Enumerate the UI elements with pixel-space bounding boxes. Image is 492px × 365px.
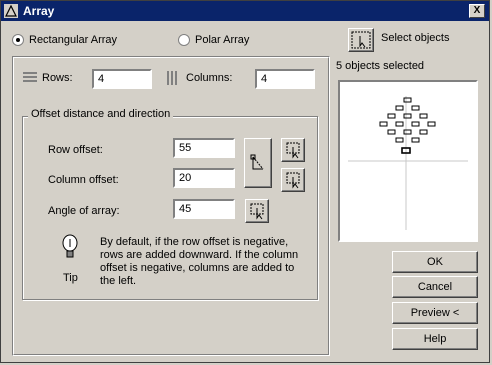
title-bar[interactable]: Array X bbox=[1, 1, 489, 21]
angle-field[interactable]: 45 bbox=[173, 199, 235, 219]
pick-offsets-icon bbox=[250, 154, 264, 170]
array-preview bbox=[338, 80, 478, 242]
column-offset-field[interactable]: 20 bbox=[173, 168, 235, 188]
columns-label: Columns: bbox=[186, 72, 233, 84]
columns-icon bbox=[167, 71, 177, 85]
select-objects-label: Select objects bbox=[381, 32, 450, 44]
pick-row-offset-button[interactable] bbox=[281, 138, 305, 162]
selection-status: 5 objects selected bbox=[336, 60, 425, 72]
rectangular-array-radio[interactable] bbox=[12, 34, 24, 46]
rectangular-array-label[interactable]: Rectangular Array bbox=[29, 34, 117, 46]
app-icon bbox=[4, 4, 18, 18]
pick-column-offset-button[interactable] bbox=[281, 168, 305, 192]
offset-group-title: Offset distance and direction bbox=[28, 108, 174, 120]
polar-array-radio[interactable] bbox=[178, 34, 190, 46]
ok-button[interactable]: OK bbox=[392, 251, 478, 273]
row-offset-label: Row offset: bbox=[48, 144, 103, 156]
rows-field[interactable]: 4 bbox=[92, 69, 152, 89]
polar-array-label[interactable]: Polar Array bbox=[195, 34, 249, 46]
angle-label: Angle of array: bbox=[48, 205, 120, 217]
cursor-pick-icon bbox=[286, 172, 300, 189]
rows-label: Rows: bbox=[42, 72, 73, 84]
window-title: Array bbox=[23, 4, 55, 18]
tip-label: Tip bbox=[63, 272, 78, 284]
select-objects-button[interactable] bbox=[348, 28, 374, 52]
help-button[interactable]: Help bbox=[392, 328, 478, 350]
array-preview-graphic bbox=[348, 96, 468, 230]
pick-angle-button[interactable] bbox=[245, 199, 269, 223]
tip-text: By default, if the row offset is negativ… bbox=[100, 236, 299, 287]
row-offset-field[interactable]: 55 bbox=[173, 138, 235, 158]
rows-icon bbox=[23, 72, 37, 82]
pick-both-offsets-button[interactable] bbox=[244, 138, 272, 188]
select-objects-icon bbox=[351, 31, 371, 49]
close-button[interactable]: X bbox=[469, 4, 485, 18]
cancel-button[interactable]: Cancel bbox=[392, 276, 478, 298]
cursor-pick-icon bbox=[286, 142, 300, 159]
preview-button[interactable]: Preview < bbox=[392, 302, 478, 324]
cursor-pick-icon bbox=[250, 203, 264, 220]
lightbulb-icon bbox=[62, 234, 78, 258]
column-offset-label: Column offset: bbox=[48, 174, 119, 186]
columns-field[interactable]: 4 bbox=[255, 69, 315, 89]
